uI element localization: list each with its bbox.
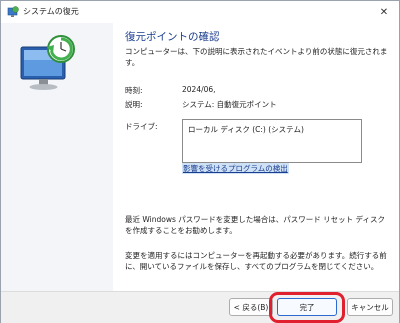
finish-highlight-ring (269, 292, 345, 323)
drives-list[interactable]: ローカル ディスク (C:) (システム) (182, 119, 362, 163)
time-label: 時刻: (125, 86, 143, 95)
close-icon: ✕ (379, 6, 389, 18)
system-restore-monitor-icon (20, 35, 75, 90)
page-title: 復元ポイントの確認 (125, 31, 220, 43)
back-button[interactable]: < 戻る(B) (229, 298, 273, 316)
system-restore-window: システムの復元 ✕ 復元ポイントの確認 コンピューターは、下の説明に表示されたイ… (0, 0, 400, 323)
drives-label: ドライブ: (125, 122, 158, 131)
title-bar: システムの復元 ✕ (1, 1, 399, 23)
time-value: 2024/06, (182, 85, 216, 94)
password-note: 最近 Windows パスワードを変更した場合は、パスワード リセット ディスク… (125, 215, 385, 235)
scan-affected-programs-link[interactable]: 影響を受けるプログラムの検出 (182, 163, 289, 174)
window-title: システムの復元 (23, 7, 79, 16)
page-subtitle: コンピューターは、下の説明に表示されたイベントより前の状態に復元されます。 (125, 47, 388, 67)
drive-item: ローカル ディスク (C:) (システム) (188, 125, 304, 134)
description-label: 説明: (125, 100, 143, 109)
restart-note: 変更を適用するにはコンピューターを再起動する必要があります。続行する前に、開いて… (125, 251, 387, 271)
description-value: システム: 自動復元ポイント (182, 100, 277, 109)
left-panel (1, 23, 113, 291)
cancel-button[interactable]: キャンセル (347, 298, 393, 316)
system-restore-icon (7, 6, 19, 17)
close-button[interactable]: ✕ (373, 3, 395, 21)
